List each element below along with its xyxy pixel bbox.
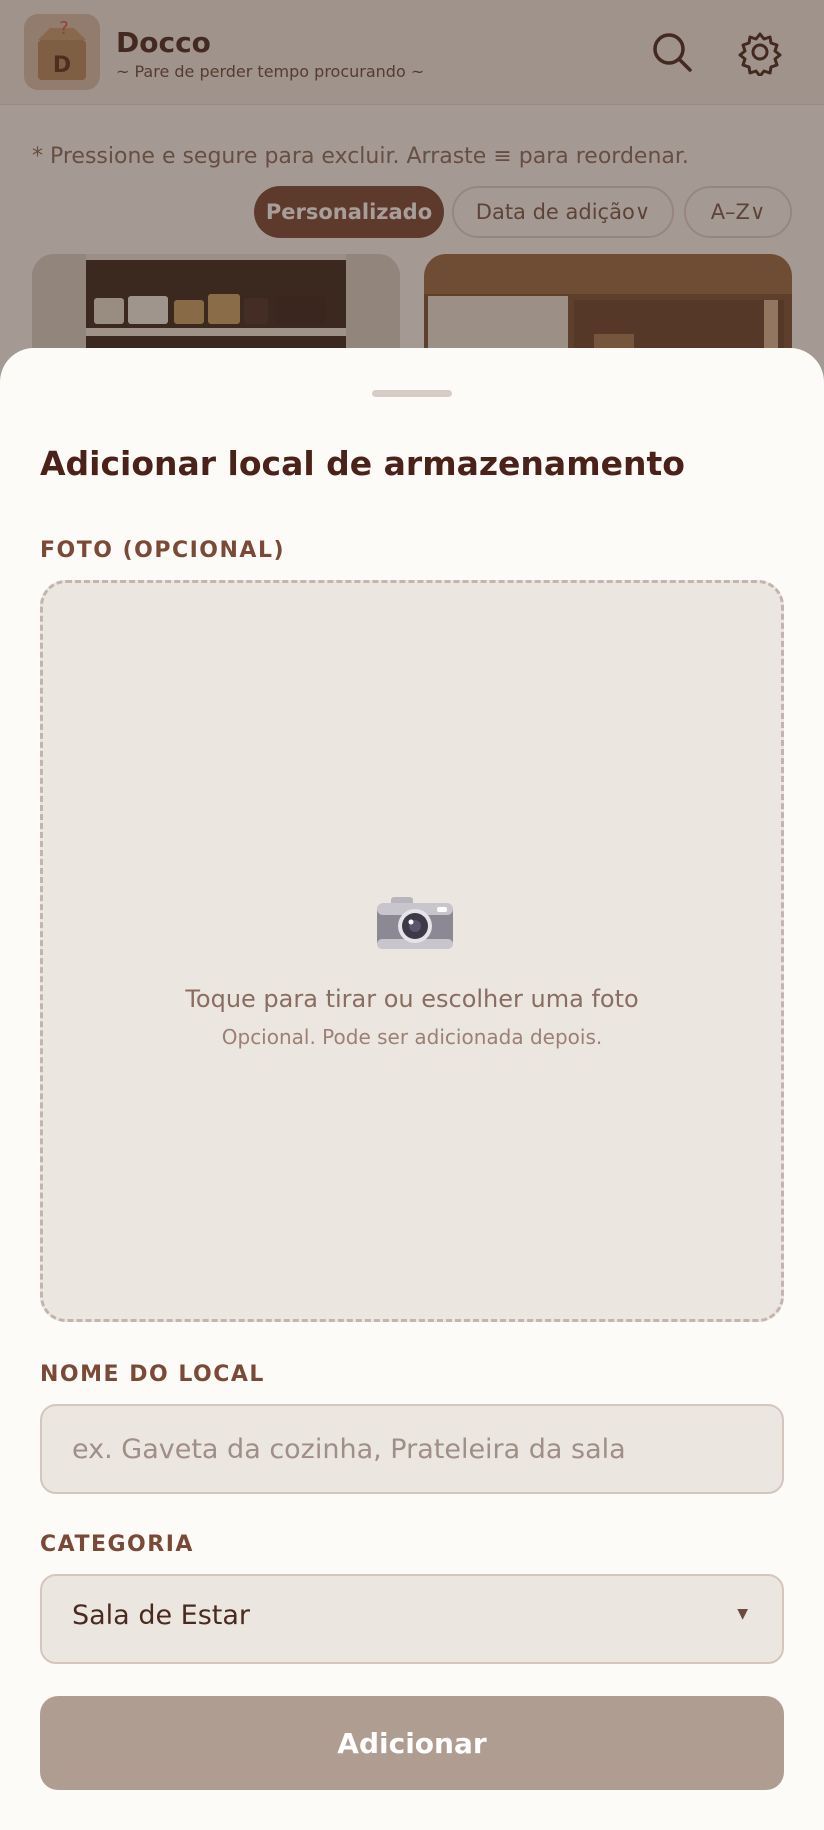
sheet-title: Adicionar local de armazenamento — [40, 444, 685, 483]
location-name-input[interactable] — [40, 1404, 784, 1494]
category-value: Sala de Estar — [72, 1600, 251, 1631]
category-label: CATEGORIA — [40, 1532, 194, 1557]
sheet-drag-handle[interactable] — [372, 390, 452, 397]
photo-label: FOTO (OPCIONAL) — [40, 538, 286, 563]
add-location-sheet: Adicionar local de armazenamento FOTO (O… — [0, 348, 824, 1830]
photo-picker[interactable]: Toque para tirar ou escolher uma foto Op… — [40, 580, 784, 1322]
photo-hint: Opcional. Pode ser adicionada depois. — [221, 1025, 603, 1049]
photo-prompt: Toque para tirar ou escolher uma foto — [185, 985, 639, 1013]
category-select[interactable]: Sala de Estar ▼ — [40, 1574, 784, 1664]
add-button[interactable]: Adicionar — [40, 1696, 784, 1790]
chevron-down-icon: ▼ — [737, 1606, 748, 1622]
camera-icon — [375, 893, 455, 953]
name-label: NOME DO LOCAL — [40, 1362, 265, 1387]
